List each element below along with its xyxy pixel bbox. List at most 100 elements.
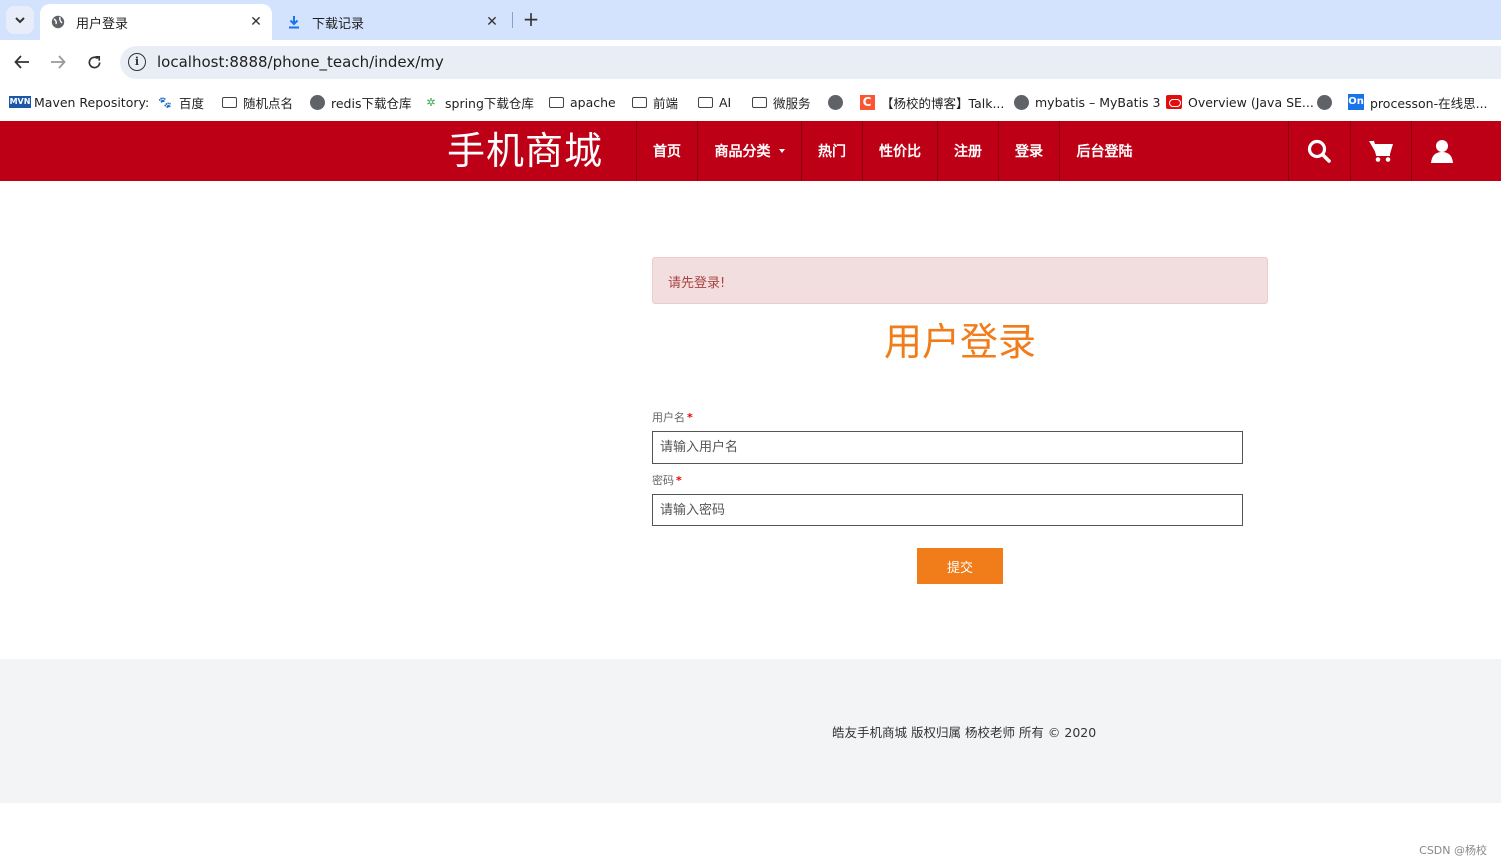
back-button[interactable] [8,48,36,76]
required-marker: * [676,474,682,487]
password-label: 密码 * [652,472,682,488]
bookmark-label: 随机点名 [243,95,294,111]
bookmark-folder-microservice[interactable]: 微服务 [751,92,811,112]
nav-label: 注册 [954,144,982,160]
bookmark-label: 微服务 [773,95,811,111]
address-bar[interactable]: i localhost:8888/phone_teach/index/my [120,46,1501,79]
nav-label: 后台登陆 [1076,144,1133,160]
folder-icon [631,94,647,110]
nav-label: 登录 [1015,144,1043,160]
download-icon [286,14,302,30]
bookmark-label: AI [719,94,732,110]
bookmark-label: mybatis – MyBatis 3 [1035,94,1161,110]
arrow-right-icon [51,55,66,69]
bookmark-maven[interactable]: MVN Maven Repository: [8,92,150,112]
tab-user-login[interactable]: 用户登录 ✕ [40,4,272,40]
reload-icon [88,55,100,68]
bookmark-globe[interactable] [827,92,849,112]
bookmark-processon[interactable]: On processon-在线思... [1348,92,1488,112]
folder-icon [697,94,713,110]
submit-button[interactable]: 提交 [917,548,1003,584]
tab-title: 下载记录 [312,16,365,32]
baidu-icon: 🐾 [158,95,172,109]
bookmark-folder-ai[interactable]: AI [697,92,731,112]
site-brand-logo[interactable]: 手机商城 [447,129,603,173]
cart-button[interactable] [1350,121,1411,181]
folder-icon [221,94,237,110]
new-tab-button[interactable]: + [520,8,542,32]
nav-label: 热门 [818,144,846,160]
tab-divider [512,12,513,28]
site-footer [0,659,1501,803]
nav-categories-dropdown[interactable]: 商品分类 [697,121,801,181]
bookmark-label: Maven Repository: [34,94,150,110]
user-icon [1431,140,1453,163]
site-info-icon[interactable]: i [128,53,146,71]
reload-button[interactable] [80,48,108,76]
nav-login[interactable]: 登录 [998,121,1059,181]
browser-tab-strip: 用户登录 ✕ 下载记录 ✕ + [0,0,1501,40]
tab-title: 用户登录 [76,16,129,32]
bookmark-baidu[interactable]: 🐾 百度 [157,92,204,112]
bookmark-globe-2[interactable] [1316,92,1338,112]
nav-label: 首页 [653,144,681,160]
username-label: 用户名 * [652,409,693,425]
nav-admin-login[interactable]: 后台登陆 [1059,121,1149,181]
nav-label: 商品分类 [714,144,771,160]
tab-downloads[interactable]: 下载记录 ✕ [276,4,508,40]
search-button[interactable] [1288,121,1349,181]
bookmarks-bar: MVN Maven Repository: 🐾 百度 随机点名 redis下载仓… [0,84,1501,121]
label-text: 密码 [652,474,674,487]
globe-icon [50,14,66,30]
spring-icon: ✲ [426,95,436,109]
globe-icon [827,94,843,110]
bookmark-label: spring下载仓库 [445,95,534,111]
bookmark-label: 百度 [179,95,205,111]
nav-hot[interactable]: 热门 [801,121,862,181]
close-icon[interactable]: ✕ [482,14,502,30]
bookmark-java-overview[interactable]: Overview (Java SE... [1166,92,1314,112]
nav-label: 性价比 [879,144,921,160]
csdn-icon: C [859,94,875,110]
page-title: 用户登录 [883,320,1036,364]
bookmark-csdn-blog[interactable]: C 【杨校的博客】Talk... [859,92,1004,112]
bookmark-redis[interactable]: redis下载仓库 [309,92,411,112]
label-text: 用户名 [652,411,685,424]
user-button[interactable] [1411,121,1472,181]
footer-copyright: 皓友手机商城 版权归属 杨校老师 所有 © 2020 [832,725,1097,740]
forward-button[interactable] [44,48,72,76]
password-input[interactable] [652,494,1243,526]
folder-icon [548,94,564,110]
close-icon[interactable]: ✕ [246,14,266,30]
username-input[interactable] [652,431,1243,464]
globe-icon [1316,94,1332,110]
required-marker: * [687,411,693,424]
caret-down-icon [778,149,785,153]
tab-search-button[interactable] [6,6,34,34]
login-required-alert: 请先登录! [652,257,1268,304]
bookmark-folder-random[interactable]: 随机点名 [221,92,293,112]
bookmark-label: processon-在线思... [1370,95,1488,111]
bookmark-folder-frontend[interactable]: 前端 [631,92,678,112]
alert-text: 请先登录! [668,276,726,291]
site-navbar: 手机商城 首页 商品分类 热门 性价比 注册 登录 后台登陆 [0,121,1501,181]
arrow-left-icon [14,55,29,69]
bookmark-spring[interactable]: ✲ spring下载仓库 [423,92,534,112]
bookmark-folder-apache[interactable]: apache [548,92,616,112]
bookmark-label: redis下载仓库 [331,95,412,111]
bookmark-label: 前端 [653,95,679,111]
csdn-watermark: CSDN @杨校 [1419,844,1487,857]
bookmark-label: 【杨校的博客】Talk... [881,95,1005,111]
bookmark-mybatis[interactable]: mybatis – MyBatis 3 [1013,92,1160,112]
url-text[interactable]: localhost:8888/phone_teach/index/my [157,53,444,71]
processon-icon: On [1348,94,1364,110]
maven-icon: MVN [8,96,32,108]
nav-register[interactable]: 注册 [937,121,998,181]
bookmark-label: apache [570,94,616,110]
globe-icon [309,94,325,110]
globe-icon [1013,94,1029,110]
nav-value[interactable]: 性价比 [862,121,937,181]
browser-toolbar: i localhost:8888/phone_teach/index/my [0,40,1501,84]
nav-home[interactable]: 首页 [636,121,697,181]
folder-icon [751,94,767,110]
